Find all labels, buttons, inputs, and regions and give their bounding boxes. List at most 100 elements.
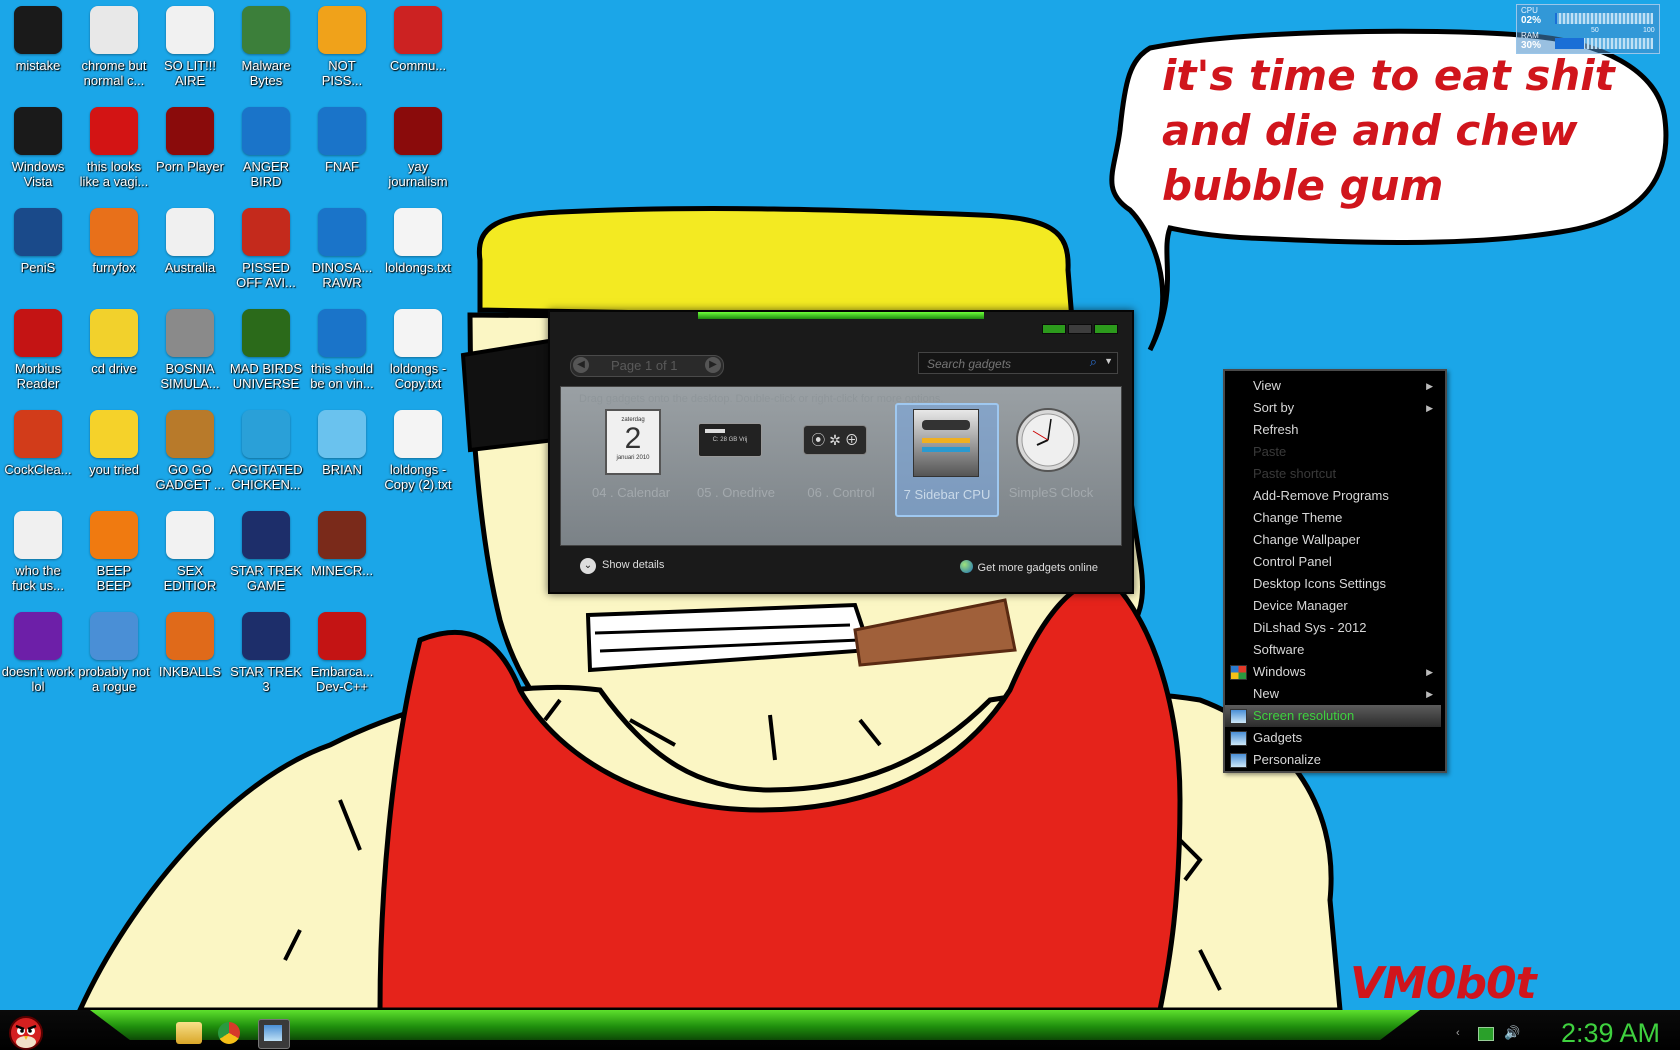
desktop-icon[interactable]: CockClea... [0,404,76,500]
ram-value: 30% [1521,40,1542,51]
desktop-icon[interactable]: STAR TREK GAME [228,505,304,601]
desktop-icon[interactable]: Commu... [380,0,456,96]
gadget-tile-clock[interactable]: SimpleS Clock [1001,403,1101,513]
menu-item[interactable]: Control Panel [1225,551,1441,573]
search-input[interactable] [925,355,1089,372]
menu-item[interactable]: View ▶ [1225,375,1441,397]
sys-meter-gadget[interactable]: CPU 02% RAM 30% 50 100 [1516,4,1660,54]
menu-item[interactable]: Change Wallpaper [1225,529,1441,551]
flash-icon [394,107,442,155]
menu-item[interactable]: Desktop Icons Settings [1225,573,1441,595]
start-button[interactable] [4,1012,48,1050]
volume-icon[interactable]: 🔊 [1504,1026,1520,1039]
menu-item[interactable]: Device Manager [1225,595,1441,617]
explorer-icon[interactable] [176,1022,202,1044]
desktop-icon[interactable]: NOT PISS... [304,0,380,96]
show-hidden-icon[interactable]: ‹ [1456,1027,1470,1039]
desktop-icon[interactable]: FNAF [304,101,380,197]
desktop-icon[interactable]: Malware Bytes [228,0,304,96]
desktop-icon[interactable]: Morbius Reader [0,303,76,399]
desktop-icon[interactable]: cd drive [76,303,152,399]
desktop-icon[interactable]: MINECR... [304,505,380,601]
menu-item[interactable]: Personalize [1225,749,1441,771]
cpu-value: 02% [1521,15,1542,26]
gadget-name: 7 Sidebar CPU [903,487,991,502]
minimize-button[interactable] [1042,324,1066,334]
menu-item-label: Control Panel [1253,554,1332,569]
desktop-icon[interactable]: who the fuck us... [0,505,76,601]
menu-item[interactable]: Screen resolution [1225,705,1441,727]
clock-icon [1016,408,1080,472]
menu-item[interactable]: New ▶ [1225,683,1441,705]
menu-item[interactable]: Windows ▶ [1225,661,1441,683]
desktop-icon[interactable]: probably not a rogue [76,606,152,702]
gadget-gallery-window[interactable]: ◀ Page 1 of 1 ▶ ⌕ ▼ Drag gadgets onto th… [548,310,1134,594]
desktop-icon[interactable]: DINOSA... RAWR [304,202,380,298]
desktop-icon[interactable]: BRIAN [304,404,380,500]
next-page-icon[interactable]: ▶ [705,357,721,373]
show-details-button[interactable]: ⌄ Show details [580,558,664,574]
gadget-tile-control[interactable]: ⦿ ✲ ⊕ 06 . Control [791,403,891,513]
chevron-down-icon: ⌄ [580,558,596,574]
desktop-icon-label: SO LIT!!! AIRE [163,58,216,88]
desktop-icon[interactable]: loldongs.txt [380,202,456,298]
pdf-icon [14,309,62,357]
desktop-icon[interactable]: STAR TREK 3 [228,606,304,702]
desktop-icon[interactable]: mistake [0,0,76,96]
desktop-icon[interactable]: yay journalism [380,101,456,197]
desktop-icon[interactable]: Australia [152,202,228,298]
desktop-icon[interactable]: Embarca... Dev-C++ [304,606,380,702]
submenu-arrow-icon: ▶ [1426,381,1433,391]
desktop-icon[interactable]: loldongs - Copy (2).txt [380,404,456,500]
desktop-icon[interactable]: MAD BIRDS UNIVERSE [228,303,304,399]
chevron-down-icon[interactable]: ▼ [1104,356,1113,366]
desktop-icon[interactable]: doesn't work lol [0,606,76,702]
menu-item[interactable]: DiLshad Sys - 2012 [1225,617,1441,639]
desktop-icon-label: Australia [164,260,216,275]
menu-item[interactable]: Sort by ▶ [1225,397,1441,419]
desktop-icon[interactable]: Windows Vista [0,101,76,197]
search-icon[interactable]: ⌕ [1090,354,1097,370]
calendar-day: 2 [624,422,642,455]
clock[interactable]: 2:39 AM [1561,1018,1660,1049]
desktop-icon[interactable]: furryfox [76,202,152,298]
menu-item[interactable]: Refresh [1225,419,1441,441]
desktop-icon[interactable]: AGGITATED CHICKEN... [228,404,304,500]
desktop-icon[interactable]: this looks like a vagi... [76,101,152,197]
briefcase-icon [166,410,214,458]
mine-icon [166,309,214,357]
hat [476,206,1075,323]
desktop-icon[interactable]: BOSNIA SIMULA... [152,303,228,399]
network-icon[interactable] [1478,1027,1494,1041]
desktop-icon[interactable]: PISSED OFF AVI... [228,202,304,298]
desktop-icon[interactable]: you tried [76,404,152,500]
chrome-icon[interactable] [218,1022,240,1044]
desktop-icon[interactable]: INKBALLS [152,606,228,702]
close-button[interactable] [1094,324,1118,334]
menu-item[interactable]: Change Theme [1225,507,1441,529]
desktop-icon[interactable]: GO GO GADGET ... [152,404,228,500]
desktop-icon[interactable]: PeniS [0,202,76,298]
desktop-icon[interactable]: Porn Player [152,101,228,197]
maximize-button[interactable] [1068,324,1092,334]
gadget-tile-cpu[interactable]: 7 Sidebar CPU [895,403,999,517]
prev-page-icon[interactable]: ◀ [573,357,589,373]
desktop-icon[interactable]: ANGER BIRD [228,101,304,197]
desktop-icon[interactable]: SO LIT!!! AIRE [152,0,228,96]
desktop-icon[interactable]: SEX EDITIOR [152,505,228,601]
desktop-icon[interactable]: chrome but normal c... [76,0,152,96]
get-more-gadgets-link[interactable]: Get more gadgets online [959,560,1098,574]
gadgets-taskbar-button[interactable] [258,1019,290,1049]
menu-item[interactable]: Gadgets [1225,727,1441,749]
submenu-arrow-icon: ▶ [1426,667,1433,677]
desktop-icon[interactable]: loldongs - Copy.txt [380,303,456,399]
shield-icon [242,6,290,54]
text-file-icon [394,410,442,458]
desktop-icon[interactable]: BEEP BEEP [76,505,152,601]
gadget-tile-onedrive[interactable]: C: 28 GB Vrij 05 . Onedrive [686,403,786,513]
desktop-icon[interactable]: this should be on vin... [304,303,380,399]
menu-item[interactable]: Software [1225,639,1441,661]
menu-item-label: DiLshad Sys - 2012 [1253,620,1367,635]
menu-item[interactable]: Add-Remove Programs [1225,485,1441,507]
gadget-tile-calendar[interactable]: zaterdag 2 januari 2010 04 . Calendar [581,403,681,513]
